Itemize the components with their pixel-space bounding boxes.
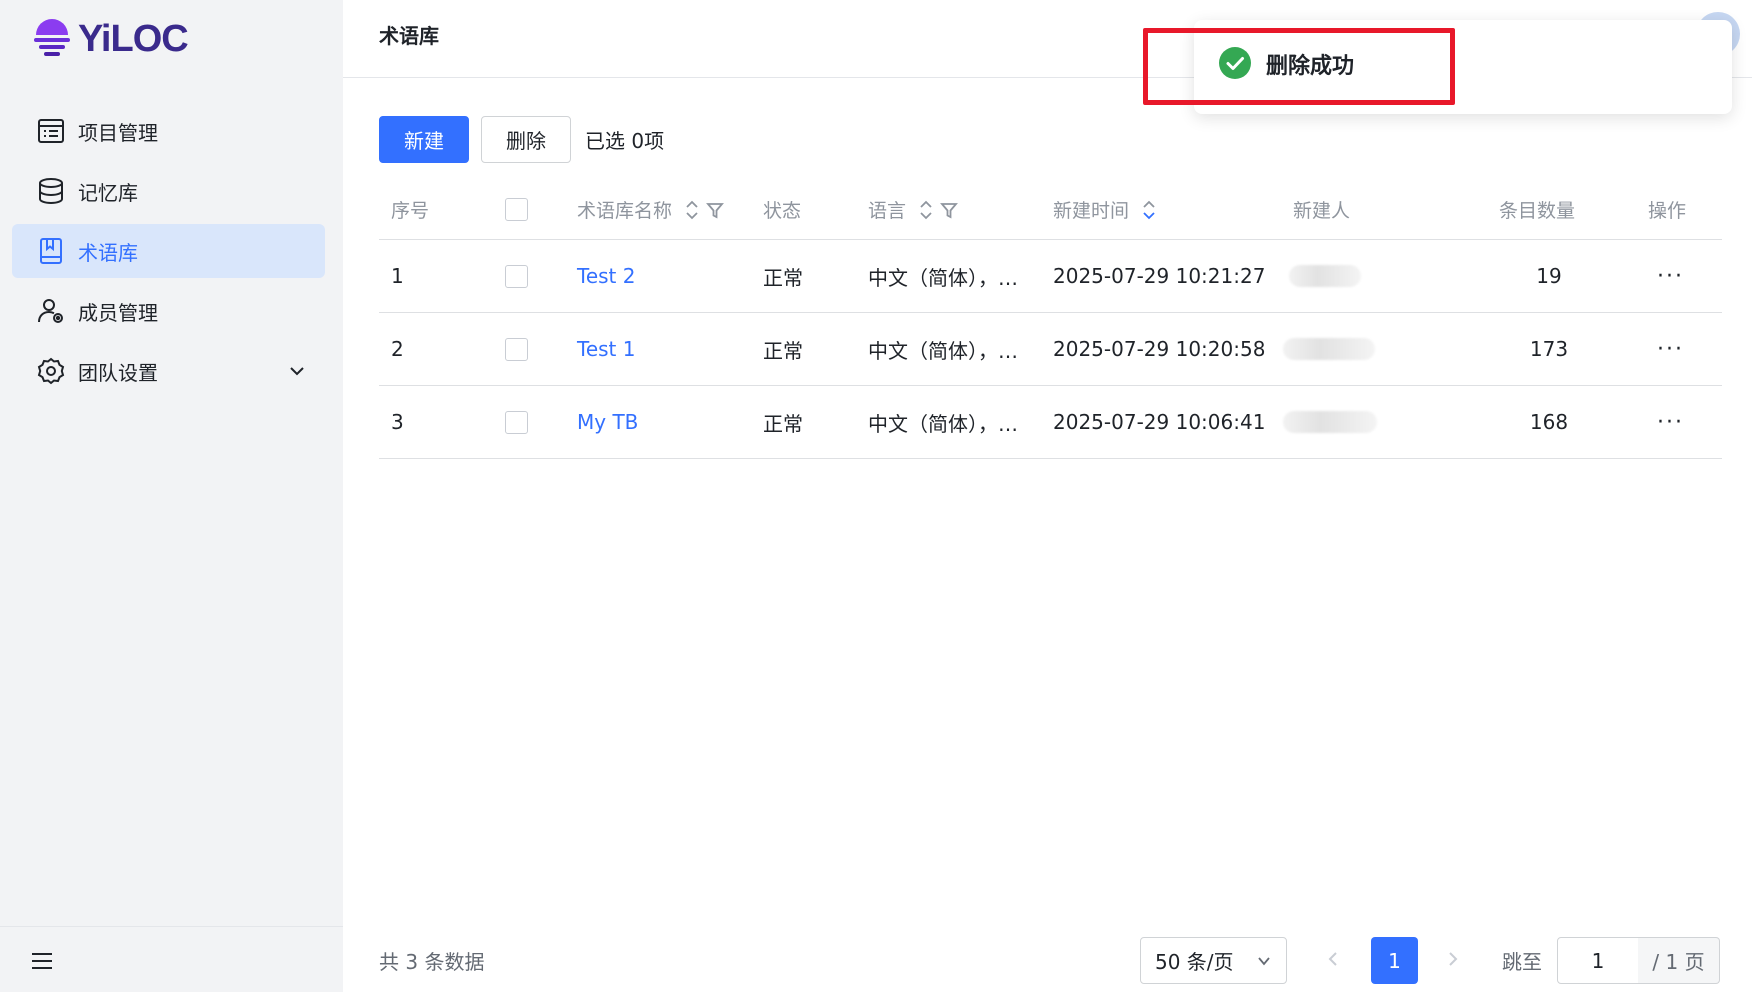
column-created-time: 新建时间 bbox=[1053, 200, 1130, 222]
sidebar-item-label: 术语库 bbox=[78, 240, 138, 265]
row-created-time: 2025-07-29 10:21:27 bbox=[1053, 264, 1266, 288]
row-count: 168 bbox=[1529, 410, 1569, 434]
jump-page-input[interactable] bbox=[1557, 937, 1639, 984]
more-actions-button[interactable]: ··· bbox=[1657, 386, 1684, 458]
more-actions-button[interactable]: ··· bbox=[1657, 313, 1684, 385]
selected-count: 已选 0项 bbox=[585, 129, 665, 153]
page-title: 术语库 bbox=[379, 24, 439, 48]
termbase-name-link[interactable]: Test 2 bbox=[577, 240, 635, 312]
sidebar-item-memory[interactable]: 记忆库 bbox=[12, 164, 325, 218]
gear-icon bbox=[36, 356, 66, 386]
termbase-name-link[interactable]: My TB bbox=[577, 386, 638, 458]
redacted-creator bbox=[1283, 411, 1377, 433]
column-creator: 新建人 bbox=[1293, 200, 1351, 222]
sidebar-item-label: 项目管理 bbox=[78, 120, 158, 145]
row-select-cell bbox=[505, 313, 528, 385]
row-status: 正常 bbox=[763, 338, 803, 363]
row-checkbox[interactable] bbox=[505, 264, 528, 288]
column-name: 术语库名称 bbox=[577, 200, 673, 222]
row-index: 2 bbox=[391, 337, 404, 361]
table-row: 2 Test 1 正常 中文（简体），… 2025-07-29 10:20:58… bbox=[379, 313, 1722, 386]
column-language: 语言 bbox=[868, 200, 907, 222]
new-button[interactable]: 新建 bbox=[379, 116, 469, 163]
sidebar-item-members[interactable]: 成员管理 bbox=[12, 284, 325, 338]
sidebar-item-team-settings[interactable]: 团队设置 bbox=[12, 344, 325, 398]
highlight-box bbox=[1143, 28, 1455, 105]
page-size-value: 50 条/页 bbox=[1155, 950, 1234, 974]
sidebar-item-termbase[interactable]: 术语库 bbox=[12, 224, 325, 278]
row-creator bbox=[1283, 386, 1377, 458]
column-name-header: 术语库名称 bbox=[577, 180, 724, 239]
database-icon bbox=[36, 176, 66, 206]
jump-label: 跳至 bbox=[1502, 950, 1542, 974]
sidebar-item-projects[interactable]: 项目管理 bbox=[12, 104, 325, 158]
logo[interactable]: YiLOC bbox=[32, 14, 189, 64]
sidebar-nav: 项目管理 记忆库 术语库 成员管理 团队设置 bbox=[12, 104, 325, 404]
pagination-bar: 共 3 条数据 50 条/页 1 跳至 / 1 页 bbox=[343, 926, 1752, 992]
column-index: 序号 bbox=[391, 200, 430, 222]
column-language-header: 语言 bbox=[868, 180, 958, 239]
termbase-table: 序号 术语库名称 状态 语言 新建时间 新建人 条目数量 操作 1 Test 2… bbox=[379, 180, 1722, 459]
row-language: 中文（简体），… bbox=[868, 265, 1018, 290]
row-count: 173 bbox=[1529, 337, 1569, 361]
column-count: 条目数量 bbox=[1499, 200, 1576, 222]
total-count: 共 3 条数据 bbox=[379, 950, 485, 974]
row-index: 3 bbox=[391, 410, 404, 434]
row-status: 正常 bbox=[763, 265, 803, 290]
logo-text: YiLOC bbox=[78, 17, 189, 60]
row-creator bbox=[1289, 240, 1361, 312]
row-status: 正常 bbox=[763, 411, 803, 436]
sidebar-item-label: 团队设置 bbox=[78, 360, 158, 385]
page-number-current[interactable]: 1 bbox=[1371, 937, 1418, 984]
row-language: 中文（简体），… bbox=[868, 338, 1018, 363]
termbase-name-link[interactable]: Test 1 bbox=[577, 313, 635, 385]
column-actions: 操作 bbox=[1648, 200, 1687, 222]
filter-icon[interactable] bbox=[940, 201, 958, 219]
sidebar-item-label: 记忆库 bbox=[78, 180, 138, 205]
sidebar-footer bbox=[0, 926, 343, 992]
sort-icon[interactable] bbox=[918, 198, 934, 222]
row-creator bbox=[1283, 313, 1375, 385]
chevron-down-icon bbox=[1258, 957, 1270, 966]
delete-button[interactable]: 删除 bbox=[481, 116, 571, 163]
filter-icon[interactable] bbox=[706, 201, 724, 219]
table-row: 3 My TB 正常 中文（简体），… 2025-07-29 10:06:41 … bbox=[379, 386, 1722, 459]
prev-page-icon[interactable] bbox=[1325, 948, 1341, 970]
select-all-checkbox[interactable] bbox=[505, 198, 528, 221]
row-created-time: 2025-07-29 10:06:41 bbox=[1053, 410, 1266, 434]
toolbar: 新建 删除 已选 0项 bbox=[379, 116, 664, 163]
redacted-creator bbox=[1283, 338, 1375, 360]
column-status: 状态 bbox=[763, 200, 802, 222]
row-count: 19 bbox=[1536, 264, 1562, 288]
list-icon bbox=[36, 116, 66, 146]
redacted-creator bbox=[1289, 265, 1361, 287]
row-checkbox[interactable] bbox=[505, 337, 528, 361]
logo-icon bbox=[34, 19, 70, 56]
table-header: 序号 术语库名称 状态 语言 新建时间 新建人 条目数量 操作 bbox=[379, 180, 1722, 240]
row-checkbox[interactable] bbox=[505, 410, 528, 434]
more-actions-button[interactable]: ··· bbox=[1657, 240, 1684, 312]
sidebar: YiLOC 项目管理 记忆库 术语库 成员管理 团队设置 bbox=[0, 0, 343, 992]
sidebar-item-label: 成员管理 bbox=[78, 300, 158, 325]
row-select-cell bbox=[505, 386, 528, 458]
sort-icon[interactable] bbox=[684, 198, 700, 222]
table-row: 1 Test 2 正常 中文（简体），… 2025-07-29 10:21:27… bbox=[379, 240, 1722, 313]
next-page-icon[interactable] bbox=[1445, 948, 1461, 970]
row-select-cell bbox=[505, 240, 528, 312]
menu-icon[interactable] bbox=[30, 951, 54, 971]
sort-desc-icon[interactable] bbox=[1141, 198, 1157, 222]
column-created-time-header: 新建时间 bbox=[1053, 180, 1157, 239]
select-all-cell bbox=[505, 180, 528, 239]
chevron-down-icon[interactable] bbox=[287, 361, 307, 381]
page-size-select[interactable]: 50 条/页 bbox=[1140, 937, 1287, 984]
row-created-time: 2025-07-29 10:20:58 bbox=[1053, 337, 1266, 361]
user-settings-icon bbox=[36, 296, 66, 326]
row-language: 中文（简体），… bbox=[868, 411, 1018, 436]
book-icon bbox=[36, 236, 66, 266]
row-index: 1 bbox=[391, 264, 404, 288]
total-pages: / 1 页 bbox=[1638, 937, 1720, 984]
